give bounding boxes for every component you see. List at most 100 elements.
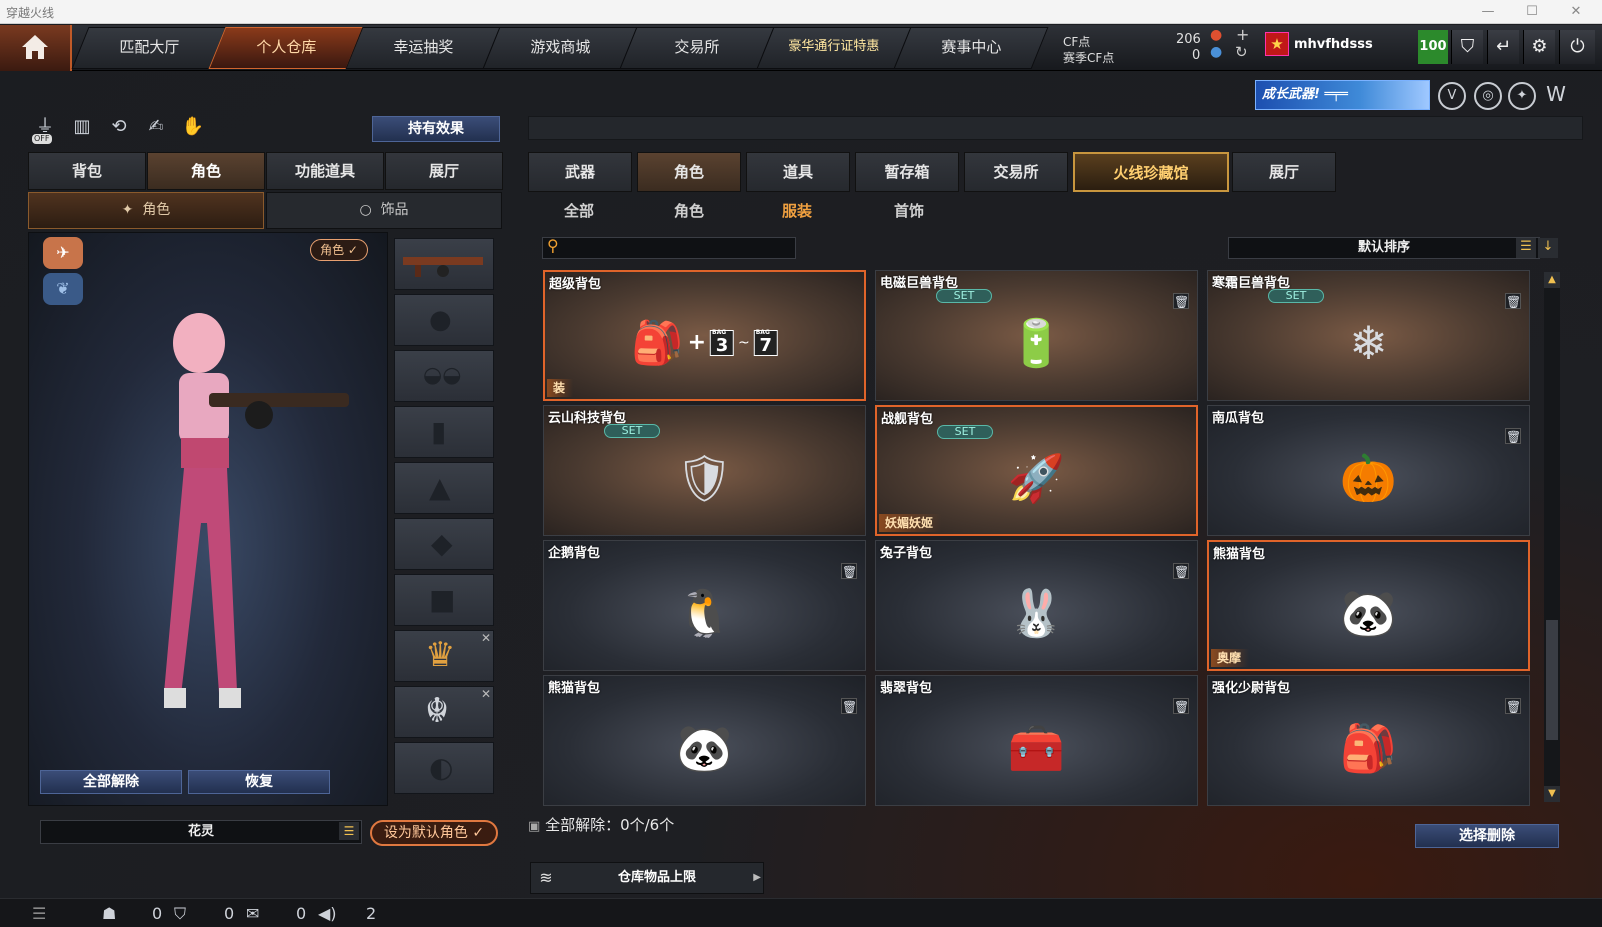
tab-backpack[interactable]: 背包 <box>28 152 146 190</box>
item-card[interactable]: 电磁巨兽背包 SET 🗑 🔋 <box>875 270 1198 401</box>
subtab-costume[interactable]: 服装 <box>782 200 812 224</box>
home-button[interactable] <box>0 25 72 71</box>
tab-storage[interactable]: 暂存箱 <box>855 152 959 192</box>
badge-icon[interactable]: ✦ <box>1508 82 1536 110</box>
clear-all-button[interactable]: 全部解除 <box>40 770 182 794</box>
slot-accessory[interactable]: ☬ ✕ <box>394 686 494 738</box>
tab-collection[interactable]: 火线珍藏馆 <box>1073 152 1229 192</box>
sort-direction-icon[interactable]: ↓ <box>1538 238 1558 258</box>
tab-exchange[interactable]: 交易所 <box>619 27 775 69</box>
trash-icon[interactable]: 🗑 <box>1505 293 1521 309</box>
slot-extra[interactable]: ◐ <box>394 742 494 794</box>
hand-icon[interactable]: ✋ <box>178 112 208 142</box>
item-card[interactable]: 翡翠背包 🗑 🧰 <box>875 675 1198 806</box>
item-card[interactable]: 云山科技背包 SET 🛡 <box>543 405 866 536</box>
tab-character[interactable]: 角色 <box>147 152 265 190</box>
tab-personal-warehouse[interactable]: 个人仓库 <box>208 27 364 69</box>
scrollbar[interactable]: ▲ ▼ <box>1544 272 1560 802</box>
item-card[interactable]: 企鹅背包 🗑 🐧 <box>543 540 866 671</box>
tab-showroom[interactable]: 展厅 <box>385 152 503 190</box>
subtab-accessories[interactable]: ○ 饰品 <box>266 192 502 229</box>
trash-icon[interactable]: 🗑 <box>1505 428 1521 444</box>
item-card[interactable]: 熊猫背包 🗑 🐼 <box>543 675 866 806</box>
item-card[interactable]: 熊猫背包 奥摩 🐼 <box>1207 540 1530 671</box>
character-preview[interactable]: ✈ ❦ <box>28 232 388 806</box>
select-delete-button[interactable]: 选择删除 <box>1415 824 1559 848</box>
slot-vest[interactable]: ▮ <box>394 406 494 458</box>
remove-icon[interactable]: ✕ <box>481 687 491 701</box>
tab-match-lobby[interactable]: 匹配大厅 <box>71 27 227 69</box>
tab-weapons[interactable]: 武器 <box>528 152 632 192</box>
remove-icon[interactable]: ✕ <box>481 631 491 645</box>
power-icon[interactable]: ⏻ <box>1559 30 1595 64</box>
tab-event-center[interactable]: 赛事中心 <box>893 27 1049 69</box>
tab-items[interactable]: 道具 <box>746 152 850 192</box>
avatar-icon[interactable]: ★ <box>1265 32 1289 56</box>
tab-pass-deal[interactable]: 豪华通行证特惠 <box>756 27 912 69</box>
eagle-icon[interactable]: ✈ <box>43 237 83 269</box>
subtab-all[interactable]: 全部 <box>564 200 594 224</box>
scroll-down-icon[interactable]: ▼ <box>1544 786 1560 802</box>
add-cf-icon[interactable]: + <box>1236 25 1249 44</box>
slot-body[interactable]: ◆ <box>394 518 494 570</box>
tab-game-mall[interactable]: 游戏商城 <box>482 27 638 69</box>
trash-icon[interactable]: 🗑 <box>1505 698 1521 714</box>
list-icon[interactable]: ☰ <box>339 822 359 840</box>
rank-icon[interactable]: V <box>1438 82 1466 110</box>
trash-icon[interactable]: 🗑 <box>1173 563 1189 579</box>
item-card[interactable]: 强化少尉背包 🗑 🎒 <box>1207 675 1530 806</box>
subtab-jewelry[interactable]: 首饰 <box>894 200 924 224</box>
item-card[interactable]: 寒霜巨兽背包 SET 🗑 ❄ <box>1207 270 1530 401</box>
subtab-character[interactable]: ✦ 角色 <box>28 192 264 229</box>
trash-icon[interactable]: 🗑 <box>841 698 857 714</box>
toggle-off-icon[interactable]: ⏚ OFF <box>30 112 60 144</box>
trash-icon[interactable]: 🗑 <box>841 563 857 579</box>
guild-icon[interactable]: ⛉ <box>174 904 186 924</box>
tab-function-items[interactable]: 功能道具 <box>266 152 384 190</box>
scroll-up-icon[interactable]: ▲ <box>1544 272 1560 288</box>
item-card[interactable]: 超级背包装 🎒 + BAG 3 ~ BAG 7 <box>543 270 866 401</box>
subtab-character[interactable]: 角色 <box>674 200 704 224</box>
chat-icon[interactable]: ✉ <box>246 904 259 923</box>
globe-icon[interactable]: ◎ <box>1474 82 1502 110</box>
growth-weapon-banner[interactable]: 成长武器! ═╤═ <box>1255 80 1430 110</box>
tab-lucky-draw[interactable]: 幸运抽奖 <box>345 27 501 69</box>
scroll-thumb[interactable] <box>1546 620 1558 740</box>
pose-icon[interactable]: ✍ <box>141 112 171 142</box>
maximize-icon[interactable]: ☐ <box>1510 0 1554 24</box>
capacity-dropdown[interactable]: ≋ 仓库物品上限 ▶ <box>530 862 764 894</box>
gear-icon[interactable]: ⚙ <box>1523 30 1555 64</box>
item-card[interactable]: 南瓜背包 🗑 🎃 <box>1207 405 1530 536</box>
close-icon[interactable]: ✕ <box>1554 0 1598 24</box>
character-name-select[interactable]: 花灵 ☰ <box>40 820 362 844</box>
slot-head[interactable]: ● <box>394 294 494 346</box>
sort-select[interactable]: 默认排序 <box>1228 237 1540 259</box>
ranking-icon[interactable]: ▥ <box>67 112 97 142</box>
return-icon[interactable]: ↵ <box>1487 30 1519 64</box>
trash-icon[interactable]: 🗑 <box>1173 698 1189 714</box>
refresh-icon[interactable]: ↻ <box>1235 43 1248 61</box>
item-card[interactable]: 兔子背包 🗑 🐰 <box>875 540 1198 671</box>
friends-icon[interactable]: ☗ <box>102 904 116 923</box>
shield-icon[interactable]: ⛉ <box>1451 30 1483 64</box>
rotate-icon[interactable]: ⟲ <box>104 112 134 142</box>
w-icon[interactable]: W <box>1542 82 1570 110</box>
volume-icon[interactable]: ◀) <box>318 904 337 923</box>
trash-icon[interactable]: 🗑 <box>1173 293 1189 309</box>
slot-pants[interactable]: ■ <box>394 574 494 626</box>
tab-trade[interactable]: 交易所 <box>964 152 1068 192</box>
menu-icon[interactable]: ☰ <box>32 904 46 923</box>
list-icon[interactable]: ☰ <box>1516 238 1536 258</box>
slot-ring[interactable]: ♛ ✕ <box>394 630 494 682</box>
wing-icon[interactable]: ❦ <box>43 273 83 305</box>
tab-characters[interactable]: 角色 <box>637 152 741 192</box>
effects-button[interactable]: 持有效果 <box>372 116 500 142</box>
restore-button[interactable]: 恢复 <box>188 770 330 794</box>
minimize-icon[interactable]: — <box>1466 0 1510 24</box>
slot-backpack[interactable]: ▲ <box>394 462 494 514</box>
item-card[interactable]: 战舰背包 SET 妖媚妖姬 🚀 <box>875 405 1198 536</box>
search-input[interactable]: ⚲ <box>542 236 796 259</box>
slot-glasses[interactable]: ◒◒ <box>394 350 494 402</box>
tab-gallery[interactable]: 展厅 <box>1232 152 1336 192</box>
slot-weapon[interactable] <box>394 238 494 290</box>
